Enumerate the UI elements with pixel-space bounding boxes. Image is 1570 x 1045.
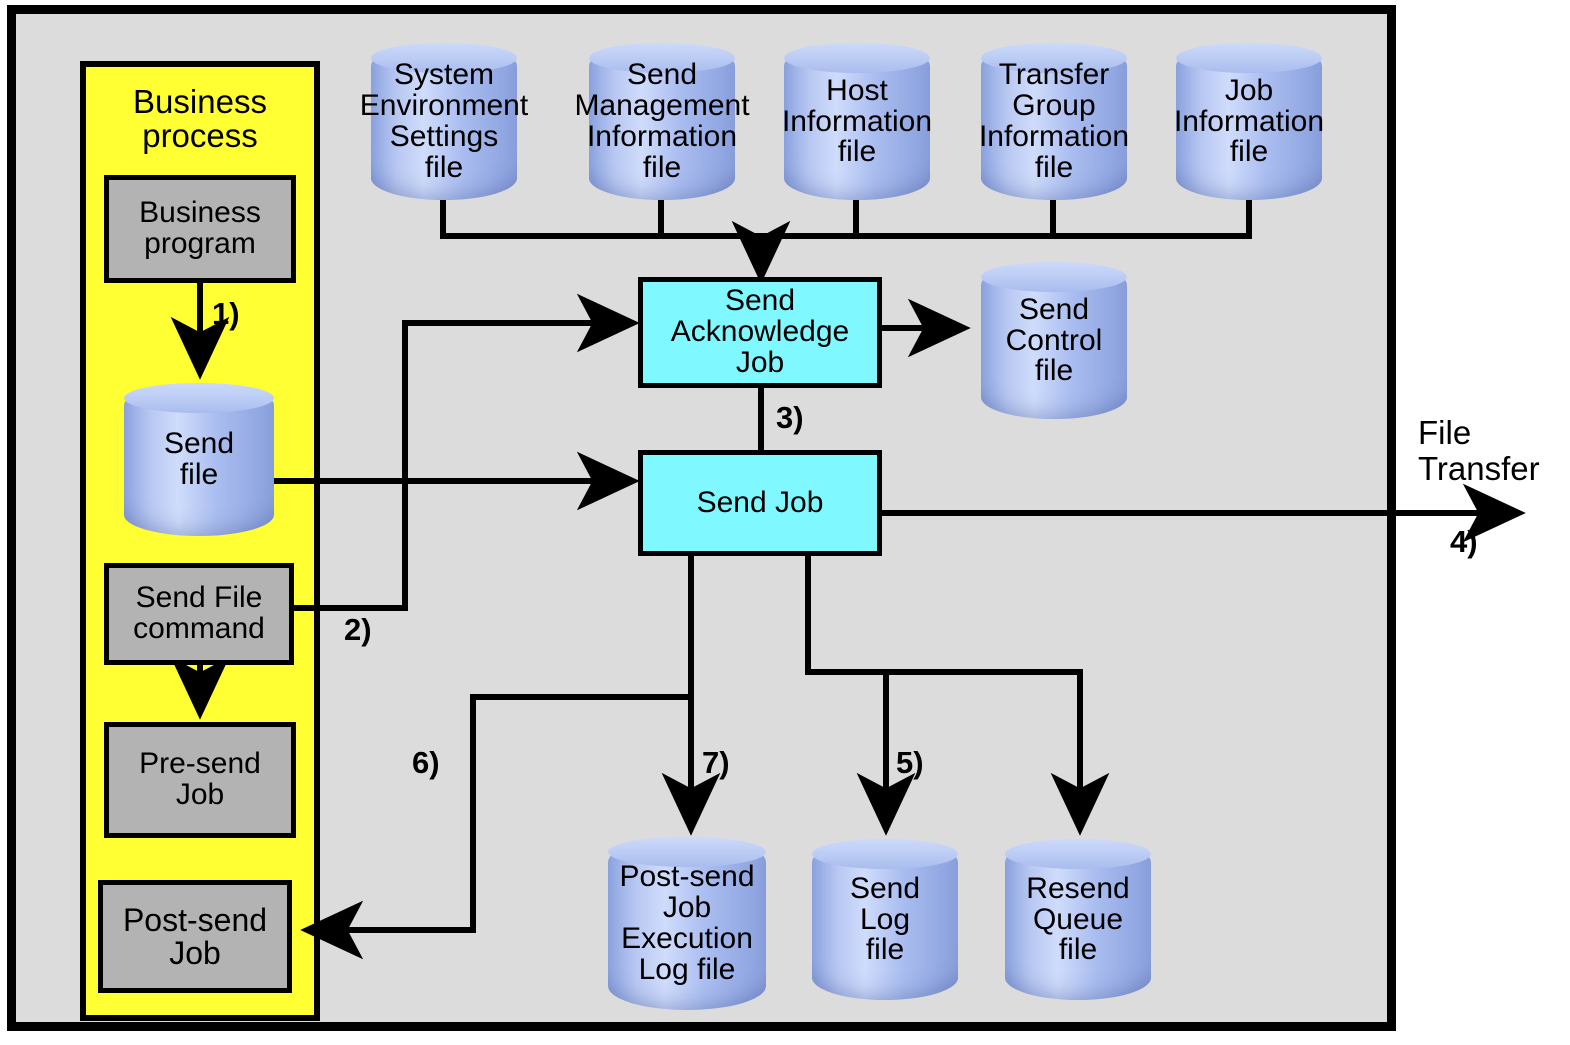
cylinder-top [1176,43,1322,73]
transfer-group-information-file-datastore[interactable]: Transfer Group Information file [979,43,1129,200]
send-file-label-line1: Send [163,427,235,461]
flow-arrow-5b [805,556,1110,836]
send-file-datastore[interactable]: Send file [124,383,274,536]
send-job-label: Send Job [696,485,824,519]
job-information-file-label: Job Information file [1129,73,1369,169]
diagram-canvas: Business process Business program Send f… [0,0,1570,1045]
send-acknowledge-job-box[interactable]: Send Acknowledge Job [638,277,882,388]
send-acknowledge-job-label-line1: Send [724,284,796,318]
label-line-3: file [1229,135,1269,169]
resend-queue-file-datastore[interactable]: Resend Queue file [1005,839,1151,1000]
resend-queue-file-label: Resend Queue file [958,871,1198,967]
cylinder-top [1005,839,1151,869]
cylinder-top [784,43,930,73]
label-line-2: Queue [1032,902,1124,936]
flow-arrow-2 [292,293,640,611]
file-transfer-label: File Transfer [1418,415,1540,486]
host-information-file-datastore[interactable]: Host Information file [782,43,932,200]
business-process-title-line2: process [142,117,258,154]
flow-step-label-5: 5) [896,745,924,780]
send-management-information-file-datastore[interactable]: Send Management Information file [574,43,750,200]
job-information-file-datastore[interactable]: Job Information file [1174,43,1324,200]
pre-send-job-label-line2: Job [175,778,225,811]
post-send-job-label-line1: Post-send [122,901,268,938]
file-transfer-label-line2: Transfer [1418,449,1540,487]
send-control-file-datastore[interactable]: Send Control file [981,262,1127,419]
post-send-job-box[interactable]: Post-send Job [98,880,292,993]
label-line-3: Settings [389,120,499,153]
business-process-title: Business process [80,78,320,160]
send-log-file-datastore[interactable]: Send Log file [812,839,958,1000]
label-line-2: Control [1005,323,1103,357]
system-environment-settings-file-datastore[interactable]: System Environment Settings file [360,43,528,200]
business-program-box[interactable]: Business program [104,175,296,283]
system-environment-settings-file-label: System Environment Settings file [324,58,564,184]
label-line-1: Job [1224,73,1274,107]
send-file-command-box[interactable]: Send File command [104,563,294,665]
flow-step-label-4: 4) [1450,524,1478,559]
label-line-3: file [1058,933,1098,967]
flow-step-label-7: 7) [702,745,730,780]
label-line-1: System [393,58,495,92]
send-control-file-label: Send Control file [934,292,1174,388]
flow-step-label-2: 2) [344,612,372,647]
label-line-3: file [1034,354,1074,388]
send-file-label-line2: file [179,458,219,491]
post-send-job-label-line2: Job [169,934,221,971]
label-line-2: Environment [359,89,529,123]
flow-step-label-6: 6) [412,745,440,780]
send-acknowledge-job-label-line2: Acknowledge [670,315,850,349]
pre-send-job-label-line1: Pre-send [139,747,261,781]
business-program-label-line2: program [144,227,256,260]
cylinder-top [981,262,1127,292]
flow-step-label-1: 1) [212,296,240,331]
send-file-command-label-line1: Send File [135,581,263,615]
cylinder-top [812,839,958,869]
send-file-label: Send file [79,427,319,491]
file-transfer-label-line1: File [1418,414,1472,451]
post-send-job-execution-log-file-datastore[interactable]: Post-send Job Execution Log file [608,837,766,1010]
business-program-label-line1: Business [139,196,261,230]
flow-step-label-3: 3) [776,400,804,435]
label-line-2: Information [1173,104,1325,138]
pre-send-job-box[interactable]: Pre-send Job [104,722,296,838]
business-process-title-line1: Business [133,83,267,121]
send-acknowledge-job-label-line3: Job [735,345,785,379]
send-file-command-label-line2: command [133,612,265,645]
label-line-1: Resend [1026,871,1130,905]
label-line-4: file [424,150,464,184]
send-job-box[interactable]: Send Job [638,450,882,556]
input-bus [440,200,1252,239]
label-line-1: Send [1018,292,1090,326]
cylinder-top [124,383,274,413]
